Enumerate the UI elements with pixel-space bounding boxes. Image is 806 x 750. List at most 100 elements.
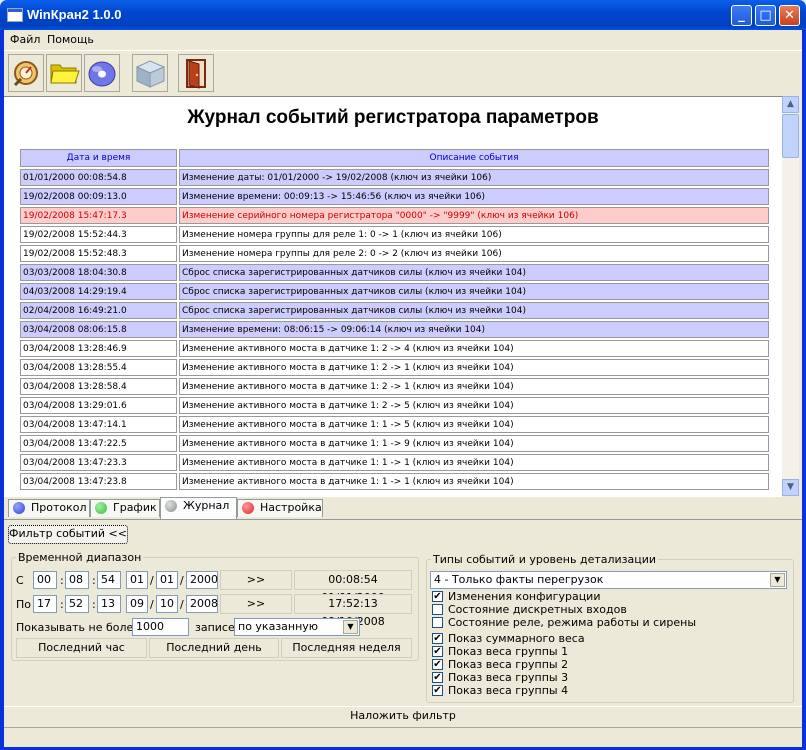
- checkbox-label[interactable]: Показ веса группы 1: [448, 645, 568, 658]
- chevron-down-icon[interactable]: ▼: [343, 620, 358, 634]
- checkbox[interactable]: ✔: [432, 591, 443, 602]
- table-row[interactable]: 03/04/2008 13:47:23.8 Изменение активного…: [20, 473, 769, 490]
- checkbox-label[interactable]: Показ веса группы 4: [448, 684, 568, 697]
- checkbox[interactable]: ✔: [432, 672, 443, 683]
- column-header-description[interactable]: Описание события: [179, 149, 769, 167]
- row-datetime-cell: 19/02/2008 15:52:44.3: [20, 226, 177, 243]
- to-year-input[interactable]: 2008: [186, 595, 218, 613]
- table-row[interactable]: 03/04/2008 13:28:58.4 Изменение активного…: [20, 378, 769, 395]
- row-description-cell: Изменение активного моста в датчике 1: 1…: [179, 454, 769, 471]
- checkbox[interactable]: [432, 604, 443, 615]
- from-day-input[interactable]: 01: [126, 571, 148, 589]
- table-row[interactable]: 02/04/2008 16:49:21.0 Сброс списка зареги…: [20, 302, 769, 319]
- last-day-button[interactable]: Последний день: [149, 638, 279, 658]
- row-description-cell: Изменение активного моста в датчике 1: 2…: [179, 340, 769, 357]
- to-month-input[interactable]: 10: [156, 595, 178, 613]
- tab-protocol[interactable]: Протокол: [8, 499, 90, 517]
- table-row[interactable]: 03/04/2008 13:47:14.1 Изменение активного…: [20, 416, 769, 433]
- row-datetime-cell: 03/04/2008 13:47:14.1: [20, 416, 177, 433]
- scroll-thumb[interactable]: [782, 114, 799, 158]
- table-row[interactable]: 19/02/2008 15:52:48.3 Изменение номера гр…: [20, 245, 769, 262]
- to-hour-input[interactable]: 17: [33, 595, 57, 613]
- to-minute-input[interactable]: 52: [65, 595, 89, 613]
- green-circle-icon: [95, 502, 107, 514]
- table-row[interactable]: 01/01/2000 00:08:54.8 Изменение даты: 01/…: [20, 169, 769, 186]
- from-second-input[interactable]: 54: [97, 571, 121, 589]
- table-row[interactable]: 03/03/2008 18:04:30.8 Сброс списка зареги…: [20, 264, 769, 281]
- table-row[interactable]: 19/02/2008 00:09:13.0 Изменение времени: …: [20, 188, 769, 205]
- checkbox[interactable]: ✔: [432, 659, 443, 670]
- title-bar[interactable]: WinКран2 1.0.0 _ □ ✕: [0, 0, 806, 30]
- disk-icon[interactable]: [84, 54, 120, 92]
- table-row[interactable]: 03/04/2008 13:29:01.6 Изменение активного…: [20, 397, 769, 414]
- row-description-cell: Изменение номера группы для реле 1: 0 ->…: [179, 226, 769, 243]
- checkbox-label[interactable]: Показ веса группы 2: [448, 658, 568, 671]
- to-second-input[interactable]: 13: [97, 595, 121, 613]
- table-row[interactable]: 03/04/2008 13:28:46.9 Изменение активного…: [20, 340, 769, 357]
- checkbox-label[interactable]: Изменения конфигурации: [448, 590, 600, 603]
- apply-from-button[interactable]: >>: [220, 570, 292, 590]
- tab-chart[interactable]: График: [90, 499, 160, 517]
- checkbox-label[interactable]: Состояние реле, режима работы и сирены: [448, 616, 696, 629]
- maximize-button[interactable]: □: [755, 5, 776, 26]
- table-row[interactable]: 03/04/2008 08:06:15.8 Изменение времени: …: [20, 321, 769, 338]
- chevron-down-icon[interactable]: ▼: [770, 573, 785, 587]
- from-month-input[interactable]: 01: [156, 571, 178, 589]
- show-limit-label: Показывать не более: [16, 621, 141, 634]
- row-datetime-cell: 03/04/2008 13:47:23.3: [20, 454, 177, 471]
- scroll-down-icon[interactable]: ▼: [782, 479, 799, 496]
- app-window-icon: [7, 8, 23, 22]
- last-week-button[interactable]: Последняя неделя: [281, 638, 412, 658]
- table-row[interactable]: 19/02/2008 15:47:17.3 Изменение серийного…: [20, 207, 769, 224]
- checkbox-label[interactable]: Состояние дискретных входов: [448, 603, 627, 616]
- checkbox[interactable]: [432, 617, 443, 628]
- table-row[interactable]: 03/04/2008 13:47:23.3 Изменение активного…: [20, 454, 769, 471]
- row-description-cell: Сброс списка зарегистрированных датчиков…: [179, 283, 769, 300]
- row-datetime-cell: 02/04/2008 16:49:21.0: [20, 302, 177, 319]
- detail-level-select[interactable]: 4 - Только факты перегрузок ▼: [430, 571, 787, 589]
- report-view[interactable]: Журнал событий регистратора параметров Д…: [4, 96, 782, 497]
- row-datetime-cell: 04/03/2008 14:29:19.4: [20, 283, 177, 300]
- door-exit-icon[interactable]: [178, 54, 214, 92]
- settings-gauge-icon[interactable]: [8, 54, 44, 92]
- menu-file[interactable]: Файл: [10, 33, 40, 46]
- apply-filter-button[interactable]: Наложить фильтр: [4, 709, 802, 722]
- tab-journal[interactable]: Журнал: [160, 497, 237, 519]
- from-hour-input[interactable]: 00: [33, 571, 57, 589]
- minimize-button[interactable]: _: [731, 5, 752, 26]
- filter-toggle-button[interactable]: Фильтр событий <<: [8, 525, 128, 544]
- checkbox[interactable]: ✔: [432, 685, 443, 696]
- from-label: С: [16, 574, 24, 587]
- checkbox[interactable]: ✔: [432, 646, 443, 657]
- row-description-cell: Изменение активного моста в датчике 1: 1…: [179, 435, 769, 452]
- checkbox-label[interactable]: Показ веса группы 3: [448, 671, 568, 684]
- open-folder-icon[interactable]: [46, 54, 82, 92]
- table-row[interactable]: 03/04/2008 13:28:55.4 Изменение активного…: [20, 359, 769, 376]
- checkbox[interactable]: ✔: [432, 633, 443, 644]
- to-day-input[interactable]: 09: [126, 595, 148, 613]
- row-datetime-cell: 19/02/2008 15:52:48.3: [20, 245, 177, 262]
- record-count-input[interactable]: 1000: [132, 618, 189, 636]
- column-header-datetime[interactable]: Дата и время: [20, 149, 177, 167]
- last-hour-button[interactable]: Последний час: [16, 638, 147, 658]
- table-row[interactable]: 04/03/2008 14:29:19.4 Сброс списка зареги…: [20, 283, 769, 300]
- row-datetime-cell: 03/04/2008 13:28:55.4: [20, 359, 177, 376]
- apply-to-button[interactable]: >>: [220, 594, 292, 614]
- scroll-up-icon[interactable]: ▲: [782, 96, 799, 113]
- from-minute-input[interactable]: 08: [65, 571, 89, 589]
- table-row[interactable]: 03/04/2008 13:47:22.5 Изменение активного…: [20, 435, 769, 452]
- box-icon[interactable]: [132, 54, 168, 92]
- from-year-input[interactable]: 2000: [186, 571, 218, 589]
- date-mode-select[interactable]: по указанную дату ▼: [234, 618, 360, 647]
- table-header-row: Дата и время Описание события: [20, 149, 769, 167]
- window-title: WinКран2 1.0.0: [27, 7, 122, 22]
- row-datetime-cell: 01/01/2000 00:08:54.8: [20, 169, 177, 186]
- checkbox-label[interactable]: Показ суммарного веса: [448, 632, 585, 645]
- menu-help[interactable]: Помощь: [47, 33, 94, 46]
- vertical-scrollbar[interactable]: ▲ ▼: [782, 96, 799, 496]
- tab-settings[interactable]: Настройка: [237, 499, 323, 517]
- time-separator: :: [60, 574, 64, 587]
- table-row[interactable]: 19/02/2008 15:52:44.3 Изменение номера гр…: [20, 226, 769, 243]
- date-separator: /: [150, 598, 154, 611]
- close-button[interactable]: ✕: [779, 5, 800, 26]
